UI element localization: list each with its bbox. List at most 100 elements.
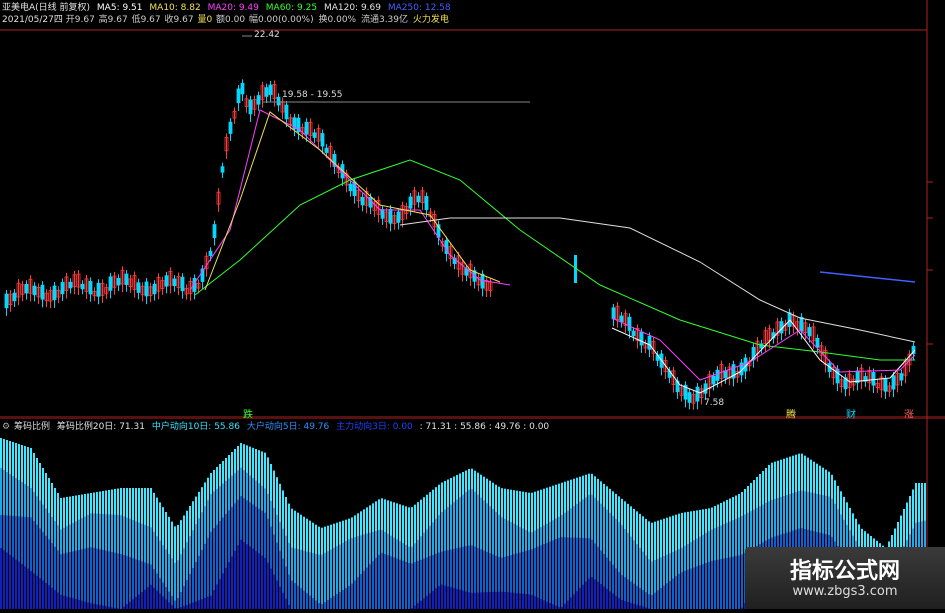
indicator-bar-l3 <box>555 539 557 609</box>
indicator-bar-l4 <box>573 594 575 609</box>
indicator-bar-l4 <box>624 601 626 609</box>
indicator-bar-l4 <box>435 588 437 609</box>
indicator-bar-l4 <box>423 598 425 609</box>
indicator-bar-l4 <box>444 585 446 609</box>
indicator-bar-l3 <box>366 568 368 609</box>
indicator-bar-l4 <box>591 577 593 609</box>
indicator-bar-l3 <box>693 567 695 609</box>
indicator-bar-l4 <box>192 603 194 609</box>
indicator-bar-l4 <box>198 600 200 609</box>
high-price-label: 22.42 <box>254 30 280 40</box>
indicator-bar-l3 <box>393 557 395 609</box>
indicator-bar-l4 <box>60 595 62 609</box>
indicator-bar-l4 <box>42 581 44 609</box>
low-price-label: 7.58 <box>704 398 724 408</box>
indicator-bar-l4 <box>18 562 20 609</box>
indicator-bar-l4 <box>132 599 134 609</box>
indicator-bar-l3 <box>717 560 719 609</box>
candle-body <box>716 370 719 380</box>
indicator-bar-l4 <box>627 602 629 609</box>
candle-body <box>313 133 316 138</box>
candle-body <box>425 196 428 209</box>
quote-volume: 量0 <box>197 15 212 25</box>
candle-body <box>221 167 224 173</box>
indicator-bar-l3 <box>120 554 122 609</box>
ma250-line <box>820 272 915 282</box>
indicator-bar-l4 <box>213 590 215 609</box>
indicator-bar-l4 <box>240 540 242 609</box>
indicator-bar-l3 <box>111 552 113 609</box>
indicator-bar-l4 <box>252 549 254 609</box>
indicator-bar-l3 <box>309 596 311 609</box>
stock-title[interactable]: 亚美电A(日线 前复权) <box>2 3 90 13</box>
indicator-bar-l4 <box>39 578 41 609</box>
indicator-bar-l3 <box>672 579 674 609</box>
indicator-bar-l4 <box>141 592 143 609</box>
candle-body <box>81 284 84 289</box>
indicator-bar-l3 <box>174 601 176 609</box>
gear-icon[interactable]: ⚙ <box>2 422 10 432</box>
indicator-bar-l4 <box>630 603 632 609</box>
indicator-bar-l4 <box>474 593 476 609</box>
indicator-bar-l3 <box>87 548 89 609</box>
indicator-bar-l3 <box>339 592 341 609</box>
indicator-bar-l4 <box>537 598 539 609</box>
indicator-bar-l4 <box>612 594 614 609</box>
indicator-bar-l4 <box>249 546 251 609</box>
indicator-bar-l3 <box>288 575 290 609</box>
candle-body <box>349 184 352 191</box>
candle-body <box>257 96 260 105</box>
indicator-bar-l3 <box>558 538 560 609</box>
candle-body <box>181 277 184 290</box>
indicator-bar-l3 <box>363 571 365 609</box>
indicator-bar-l3 <box>561 537 563 609</box>
candle-body <box>760 344 763 348</box>
candle-body <box>872 372 875 385</box>
quote-low: 低9.67 <box>132 15 161 25</box>
candle-body <box>417 196 420 202</box>
indicator-bar-l3 <box>408 563 410 609</box>
indicator-bar-l3 <box>702 564 704 609</box>
indicator-bar-l4 <box>15 559 17 609</box>
candle-body <box>788 313 791 327</box>
indicator-bar-l3 <box>378 555 380 609</box>
indicator-title[interactable]: 筹码比例 <box>14 422 50 432</box>
indicator-bar-l4 <box>477 593 479 609</box>
quote-amount: 额0.00 <box>216 15 245 25</box>
indicator-bar-l4 <box>171 605 173 609</box>
indicator-header: ⚙ 筹码比例 筹码比例20日: 71.31 中户动向10日: 55.86 大户动… <box>2 421 553 433</box>
candle-body <box>361 197 364 205</box>
candle-body <box>481 274 484 288</box>
indicator-bar-l3 <box>681 572 683 609</box>
indicator-bar-l4 <box>228 562 230 609</box>
candle-body <box>137 283 140 293</box>
indicator-bar-l4 <box>603 586 605 609</box>
candle-body <box>285 105 288 119</box>
indicator-bar-l4 <box>552 604 554 609</box>
ma250-value: MA250: 12.58 <box>388 3 451 13</box>
indicator-bar-l3 <box>369 564 371 609</box>
indicator-bar-l4 <box>168 602 170 609</box>
candle-body <box>800 317 803 331</box>
indicator-bar-l4 <box>525 594 527 609</box>
indicator-bar-l3 <box>318 603 320 609</box>
indicator-bar-l4 <box>129 602 131 609</box>
indicator-bar-l4 <box>510 593 512 609</box>
price-chart[interactable] <box>0 0 945 418</box>
price-chart-panel[interactable] <box>0 0 945 418</box>
indicator-bar-l4 <box>468 592 470 609</box>
indicator-bar-l4 <box>462 591 464 609</box>
indicator-bar-l3 <box>384 554 386 609</box>
indicator-bar-l3 <box>651 595 653 609</box>
indicator-bar-l3 <box>300 588 302 609</box>
candle-body <box>165 276 168 286</box>
candle-body <box>724 371 727 378</box>
ma120-value: MA120: 9.69 <box>324 3 381 13</box>
candle-body <box>816 338 819 347</box>
indicator-bar-l3 <box>732 557 734 609</box>
indicator-bar-l3 <box>81 549 83 609</box>
indicator-line1: 筹码比例20日: 71.31 <box>57 422 145 432</box>
indicator-bar-l4 <box>417 603 419 609</box>
indicator-bar-l4 <box>234 551 236 609</box>
indicator-bar-l4 <box>135 597 137 609</box>
